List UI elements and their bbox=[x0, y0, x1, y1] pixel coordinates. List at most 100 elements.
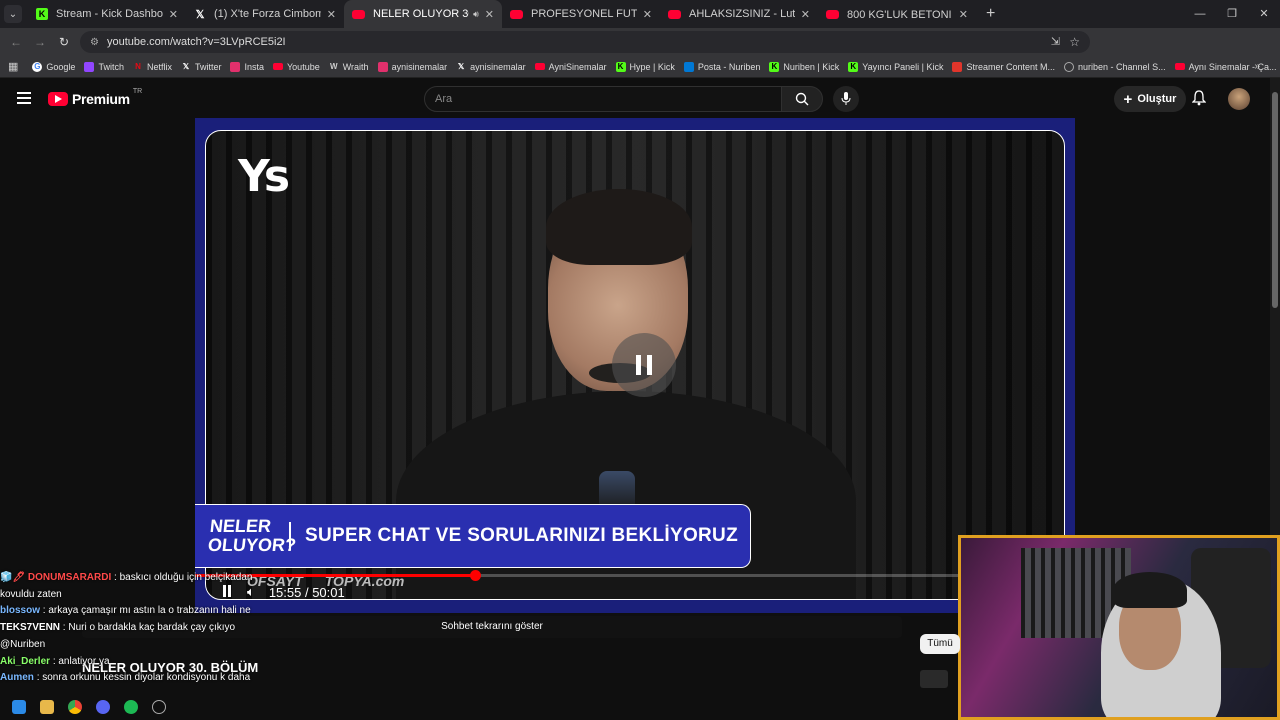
chat-username: TEKS7VENN bbox=[0, 622, 61, 634]
bookmark-item[interactable]: aynisinemalar bbox=[377, 61, 448, 72]
apps-grid-icon[interactable]: ▦ bbox=[8, 60, 18, 73]
logo-text: Premium bbox=[72, 91, 130, 107]
menu-icon[interactable] bbox=[17, 92, 31, 107]
channel-icon bbox=[1064, 61, 1075, 72]
search-input[interactable]: Ara bbox=[424, 86, 782, 112]
progress-scrubber[interactable] bbox=[469, 570, 481, 581]
bookmark-item[interactable]: Youtube bbox=[273, 62, 320, 72]
video-player[interactable]: Ys NELER OLUYOR? SUPER CHAT VE SORULARIN… bbox=[195, 118, 1075, 613]
twitch-icon bbox=[84, 61, 95, 72]
forward-button[interactable]: → bbox=[28, 35, 52, 49]
youtube-icon bbox=[534, 63, 545, 70]
wraith-icon: W bbox=[329, 62, 338, 71]
bookmark-label: Twitter bbox=[194, 61, 222, 72]
center-pause-button[interactable] bbox=[612, 333, 676, 397]
search-icon bbox=[795, 92, 809, 106]
windows-start-icon[interactable] bbox=[12, 700, 26, 714]
close-tab-icon[interactable]: ✕ bbox=[485, 8, 494, 21]
video-progress-bar[interactable] bbox=[195, 570, 1075, 581]
close-tab-icon[interactable]: ✕ bbox=[959, 8, 968, 21]
bookmark-item[interactable]: Twitch bbox=[84, 61, 124, 72]
bookmark-item[interactable]: N Netflix bbox=[133, 62, 172, 72]
tab-list: K Stream - Kick Dashboard ✕ 𝕏 (1) X'te Forza… bbox=[28, 0, 976, 28]
file-explorer-icon[interactable] bbox=[40, 700, 54, 714]
create-label: Oluştur bbox=[1137, 93, 1177, 105]
bookmark-item[interactable]: Posta - Nuriben bbox=[683, 61, 760, 72]
browser-tab[interactable]: PROFESYONEL FUTBOLCU SEN ✕ bbox=[502, 0, 660, 28]
chat-message: Aumen : sonra orkunu kessin diyolar kond… bbox=[0, 670, 270, 687]
browser-tab[interactable]: 800 KG'LUK BETONI 🔨 KIRAR ✕ bbox=[818, 0, 976, 28]
bookmark-label: aynisinemalar bbox=[391, 61, 448, 72]
kick-icon: K bbox=[848, 61, 859, 72]
bookmark-item[interactable]: K Yayıncı Paneli | Kick bbox=[848, 61, 943, 72]
recommended-thumbnail[interactable] bbox=[920, 670, 948, 688]
url-bar[interactable]: ⚙ youtube.com/watch?v=3LVpRCE5i2I ⇲ ☆ bbox=[80, 31, 1090, 53]
youtube-icon bbox=[1174, 63, 1185, 70]
restore-button[interactable]: ❐ bbox=[1216, 0, 1248, 28]
chat-username: Aumen bbox=[0, 672, 34, 684]
chat-message: 🧊🖊 DONUMSARARDI : baskıcı olduğu için be… bbox=[0, 570, 270, 603]
chat-text: : sonra orkunu kessin diyolar kondisyonu… bbox=[36, 672, 251, 684]
tab-title: AHLAKSIZSINIZ - Lut kavminde bbox=[689, 8, 795, 20]
address-toolbar: ← → ↻ ⚙ youtube.com/watch?v=3LVpRCE5i2I … bbox=[0, 28, 1280, 76]
youtube-icon bbox=[668, 9, 681, 19]
bookmark-label: Netflix bbox=[146, 61, 172, 72]
bookmark-item[interactable]: Insta bbox=[230, 61, 264, 72]
search-button[interactable] bbox=[781, 86, 823, 112]
close-tab-icon[interactable]: ✕ bbox=[169, 8, 178, 21]
streamer-webcam bbox=[958, 535, 1280, 720]
bookmark-label: Youtube bbox=[287, 61, 320, 72]
tab-audio-icon[interactable]: 🔊︎ bbox=[473, 9, 479, 20]
browser-tab[interactable]: 𝕏 (1) X'te Forza Cimbom: "FENER ✕ bbox=[186, 0, 344, 28]
tab-search-button[interactable]: ⌄ bbox=[4, 5, 22, 23]
bookmark-label: Hype | Kick bbox=[629, 61, 675, 72]
account-avatar[interactable] bbox=[1228, 88, 1250, 110]
bookmark-list: G Google Twitch N Netflix 𝕏 Twitter Insta Youtub… bbox=[32, 61, 1280, 72]
show-logo-text: NELER OLUYOR? bbox=[207, 516, 298, 555]
bookmark-item[interactable]: W Wraith bbox=[329, 62, 369, 72]
chat-username: 🧊🖊 DONUMSARARDI bbox=[0, 572, 112, 583]
new-tab-button[interactable]: + bbox=[986, 5, 995, 23]
voice-search-button[interactable] bbox=[833, 86, 859, 112]
more-bookmarks-icon[interactable]: » bbox=[1254, 61, 1260, 72]
filter-all-chip[interactable]: Tümü bbox=[920, 634, 960, 654]
bookmark-item[interactable]: nuriben - Channel S... bbox=[1064, 61, 1166, 72]
youtube-premium-logo[interactable]: Premium TR bbox=[48, 88, 142, 107]
tab-title: PROFESYONEL FUTBOLCU SEN bbox=[531, 8, 637, 20]
discord-icon[interactable] bbox=[96, 700, 110, 714]
tab-title: NELER OLUYOR 30. BÖLÜM bbox=[373, 8, 469, 20]
browser-tab[interactable]: K Stream - Kick Dashboard ✕ bbox=[28, 0, 186, 28]
chrome-icon[interactable] bbox=[68, 700, 82, 714]
bookmark-item[interactable]: AyniSinemalar bbox=[534, 62, 607, 72]
close-window-button[interactable]: ✕ bbox=[1248, 0, 1280, 28]
create-button[interactable]: + Oluştur bbox=[1114, 86, 1186, 112]
kick-icon: K bbox=[769, 61, 780, 72]
bookmark-star-icon[interactable]: ☆ bbox=[1069, 35, 1080, 49]
install-app-icon[interactable]: ⇲ bbox=[1051, 35, 1060, 48]
back-button[interactable]: ← bbox=[4, 35, 28, 49]
bookmark-item[interactable]: G Google bbox=[32, 61, 75, 72]
bookmark-item[interactable]: K Nuriben | Kick bbox=[769, 61, 839, 72]
window-controls: — ❐ ✕ bbox=[1184, 0, 1280, 28]
notifications-bell-icon[interactable] bbox=[1192, 90, 1206, 106]
minimize-button[interactable]: — bbox=[1184, 0, 1216, 28]
close-tab-icon[interactable]: ✕ bbox=[327, 8, 336, 21]
close-tab-icon[interactable]: ✕ bbox=[643, 8, 652, 21]
reload-button[interactable]: ↻ bbox=[52, 35, 76, 49]
spotify-icon[interactable] bbox=[124, 700, 138, 714]
browser-tab[interactable]: NELER OLUYOR 30. BÖLÜM 🔊︎ ✕ bbox=[344, 0, 502, 28]
bookmark-item[interactable]: K Hype | Kick bbox=[615, 61, 675, 72]
app-icon[interactable] bbox=[152, 700, 166, 714]
browser-tab[interactable]: AHLAKSIZSINIZ - Lut kavminde ✕ bbox=[660, 0, 818, 28]
bookmark-item[interactable]: Aynı Sinemalar - Ça... bbox=[1174, 62, 1276, 72]
tab-title: Stream - Kick Dashboard bbox=[56, 8, 163, 20]
bookmark-item[interactable]: Streamer Content M... bbox=[952, 61, 1055, 72]
chat-message: Aki_Derler : anlatiyor ya bbox=[0, 654, 270, 671]
microphone-icon bbox=[841, 92, 851, 105]
bookmark-item[interactable]: 𝕏 Twitter bbox=[181, 62, 222, 72]
close-tab-icon[interactable]: ✕ bbox=[801, 8, 810, 21]
site-info-icon[interactable]: ⚙ bbox=[90, 37, 99, 48]
bookmark-item[interactable]: 𝕏aynisinemalar bbox=[456, 62, 526, 72]
youtube-icon bbox=[273, 63, 283, 70]
kick-icon: K bbox=[615, 61, 626, 72]
